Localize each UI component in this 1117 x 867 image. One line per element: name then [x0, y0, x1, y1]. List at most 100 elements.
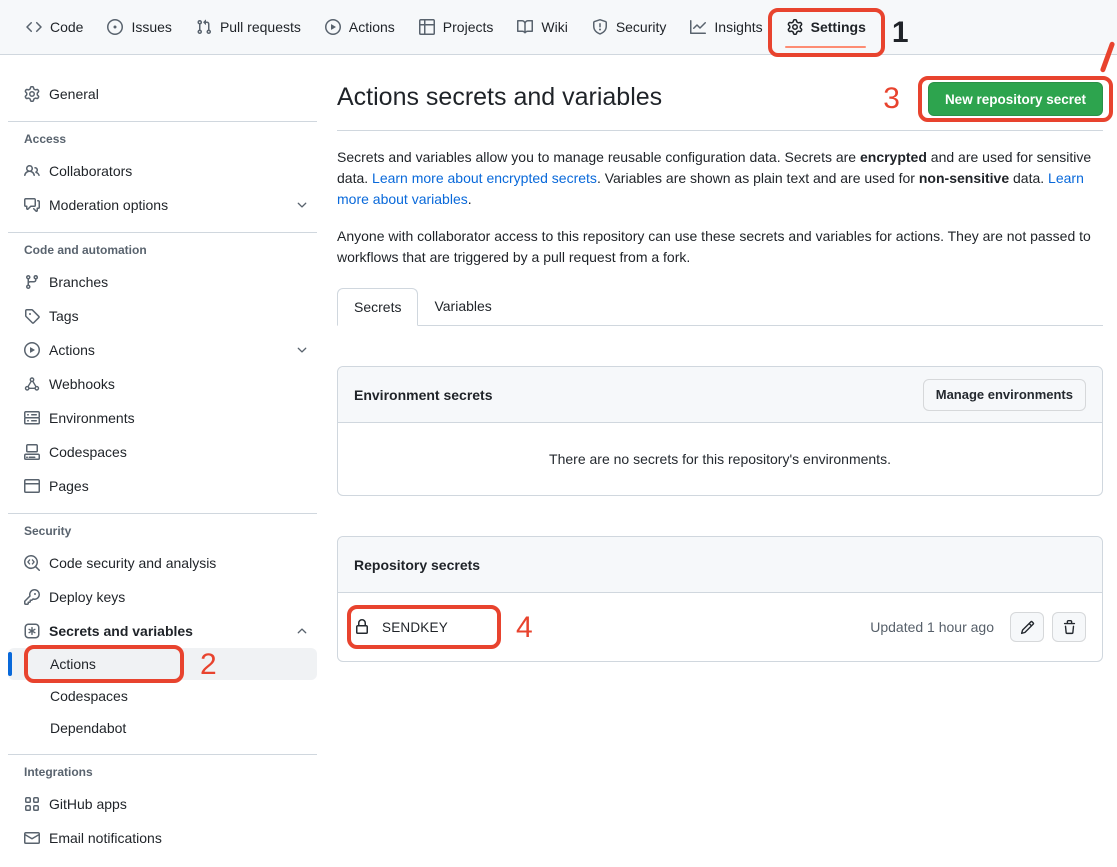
main-content: Actions secrets and variables New reposi…: [337, 55, 1103, 662]
nav-tab-insights[interactable]: Insights: [680, 0, 772, 54]
intro-bold-encrypted: encrypted: [860, 149, 927, 165]
intro-text: .: [468, 191, 472, 207]
secret-row: SENDKEY 4 Updated 1 hour ago: [338, 593, 1102, 661]
sidebar-item-actions[interactable]: Actions: [8, 333, 317, 367]
repository-secrets-title: Repository secrets: [354, 557, 480, 573]
nav-tab-label: Projects: [443, 20, 494, 34]
tab-secrets[interactable]: Secrets: [337, 288, 418, 326]
sidebar-item-label: Moderation options: [49, 198, 168, 212]
sidebar-item-general[interactable]: General: [8, 77, 317, 111]
mail-icon: [24, 830, 40, 846]
active-tab-underline: [785, 46, 866, 48]
play-circle-icon: [24, 342, 40, 358]
settings-sidebar: General Access Collaborators Moderation …: [0, 55, 325, 855]
sidebar-section-title-security: Security: [24, 524, 325, 538]
repository-secrets-header: Repository secrets: [338, 537, 1102, 593]
nav-tab-label: Actions: [349, 20, 395, 34]
nav-tab-issues[interactable]: Issues: [97, 0, 181, 54]
repository-secrets-card: Repository secrets SENDKEY 4 Updated 1 h…: [337, 536, 1103, 662]
sidebar-item-branches[interactable]: Branches: [8, 265, 317, 299]
intro-text: . Variables are shown as plain text and …: [597, 170, 919, 186]
sidebar-item-label: Environments: [49, 411, 135, 425]
nav-tab-settings[interactable]: Settings 1: [777, 0, 876, 54]
sidebar-item-deploy-keys[interactable]: Deploy keys: [8, 580, 317, 614]
people-icon: [24, 163, 40, 179]
sidebar-item-pages[interactable]: Pages: [8, 469, 317, 503]
page-header: Actions secrets and variables New reposi…: [337, 81, 1103, 131]
comment-discussion-icon: [24, 197, 40, 213]
manage-environments-button[interactable]: Manage environments: [923, 379, 1086, 411]
secret-row-actions: Updated 1 hour ago: [870, 612, 1086, 642]
key-icon: [24, 589, 40, 605]
annotation-number-4: 4: [516, 613, 533, 643]
sidebar-item-email-notifications[interactable]: Email notifications: [8, 821, 317, 855]
sidebar-item-tags[interactable]: Tags: [8, 299, 317, 333]
environment-secrets-card: Environment secrets Manage environments …: [337, 366, 1103, 496]
sidebar-subitem-codespaces[interactable]: Codespaces: [8, 680, 317, 712]
sidebar-item-github-apps[interactable]: GitHub apps: [8, 787, 317, 821]
webhook-icon: [24, 376, 40, 392]
book-icon: [517, 19, 533, 35]
code-icon: [26, 19, 42, 35]
chevron-down-icon: [295, 198, 309, 212]
intro-text: Secrets and variables allow you to manag…: [337, 149, 860, 165]
key-asterisk-icon: [24, 623, 40, 639]
collaborator-note: Anyone with collaborator access to this …: [337, 226, 1103, 268]
pencil-icon: [1020, 620, 1035, 635]
sidebar-item-codespaces[interactable]: Codespaces: [8, 435, 317, 469]
nav-tab-actions[interactable]: Actions: [315, 0, 405, 54]
sidebar-item-collaborators[interactable]: Collaborators: [8, 154, 317, 188]
sidebar-item-label: Email notifications: [49, 831, 162, 845]
sidebar-item-secrets-and-variables[interactable]: Secrets and variables: [8, 614, 317, 648]
sidebar-item-label: Branches: [49, 275, 108, 289]
sidebar-item-label: GitHub apps: [49, 797, 127, 811]
delete-secret-button[interactable]: [1052, 612, 1086, 642]
nav-tab-pull-requests[interactable]: Pull requests: [186, 0, 311, 54]
sidebar-item-webhooks[interactable]: Webhooks: [8, 367, 317, 401]
sidebar-divider: [8, 121, 317, 122]
sidebar-item-label: Tags: [49, 309, 79, 323]
graph-icon: [690, 19, 706, 35]
encrypted-secrets-link[interactable]: Learn more about encrypted secrets: [372, 170, 597, 186]
apps-icon: [24, 796, 40, 812]
repo-tab-nav: Code Issues Pull requests Actions Projec…: [0, 0, 1117, 55]
sidebar-subitem-dependabot[interactable]: Dependabot: [8, 712, 317, 744]
sidebar-divider: [8, 754, 317, 755]
trash-icon: [1062, 620, 1077, 635]
intro-paragraph: Secrets and variables allow you to manag…: [337, 147, 1103, 210]
nav-tab-security[interactable]: Security: [582, 0, 677, 54]
gear-icon: [24, 86, 40, 102]
environment-secrets-empty-message: There are no secrets for this repository…: [338, 423, 1102, 495]
sidebar-item-environments[interactable]: Environments: [8, 401, 317, 435]
environment-secrets-title: Environment secrets: [354, 387, 493, 403]
nav-tab-code[interactable]: Code: [16, 0, 93, 54]
nav-tab-wiki[interactable]: Wiki: [507, 0, 577, 54]
intro-text: data.: [1009, 170, 1048, 186]
git-pull-request-icon: [196, 19, 212, 35]
nav-tab-label: Wiki: [541, 20, 567, 34]
nav-tab-label: Code: [50, 20, 83, 34]
new-repository-secret-button[interactable]: New repository secret: [928, 82, 1103, 116]
sidebar-section-title-code-automation: Code and automation: [24, 243, 325, 257]
secret-name-wrap: SENDKEY 4: [354, 609, 494, 645]
codespaces-icon: [24, 444, 40, 460]
nav-tab-projects[interactable]: Projects: [409, 0, 504, 54]
sidebar-subitem-actions[interactable]: Actions 2: [8, 648, 317, 680]
edit-secret-button[interactable]: [1010, 612, 1044, 642]
sidebar-item-label: Pages: [49, 479, 89, 493]
annotation-number-1: 1: [892, 18, 909, 48]
sidebar-subitem-label: Codespaces: [50, 688, 128, 704]
git-branch-icon: [24, 274, 40, 290]
sidebar-item-code-security-analysis[interactable]: Code security and analysis: [8, 546, 317, 580]
sidebar-divider: [8, 232, 317, 233]
sidebar-item-label: General: [49, 87, 99, 101]
sidebar-section-title-access: Access: [24, 132, 325, 146]
sidebar-item-moderation-options[interactable]: Moderation options: [8, 188, 317, 222]
sidebar-item-label: Actions: [49, 343, 95, 357]
page-title: Actions secrets and variables: [337, 81, 662, 113]
tab-variables[interactable]: Variables: [418, 288, 507, 325]
browser-icon: [24, 478, 40, 494]
nav-tab-label: Security: [616, 20, 667, 34]
annotation-number-3: 3: [883, 84, 900, 114]
sidebar-item-label: Webhooks: [49, 377, 115, 391]
